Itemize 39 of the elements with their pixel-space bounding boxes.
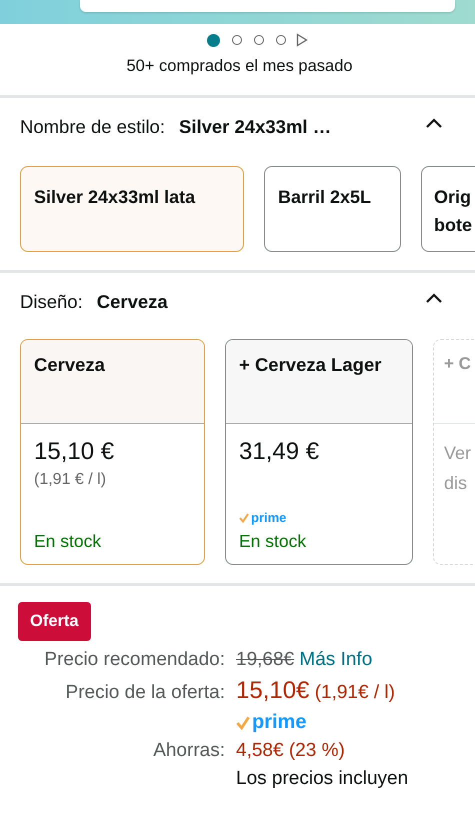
savings-value: 4,58€ (23 %) bbox=[236, 740, 345, 761]
price: 31,49 € bbox=[239, 438, 320, 466]
carousel-dot[interactable] bbox=[232, 35, 242, 45]
availability-note: Ver dis bbox=[444, 442, 472, 495]
list-price: 19,68€ bbox=[236, 649, 294, 670]
stock-status: En stock bbox=[239, 531, 306, 552]
prime-label: prime bbox=[251, 510, 286, 525]
more-info-link[interactable]: Más Info bbox=[299, 649, 372, 670]
section-label: Nombre de estilo: bbox=[20, 116, 165, 138]
unit-price: (1,91 € / l) bbox=[34, 471, 106, 489]
price: 15,10 € bbox=[34, 438, 114, 466]
style-option[interactable]: Barril 2x5L bbox=[264, 166, 401, 252]
check-icon bbox=[236, 716, 250, 730]
price-label: Ahorras: bbox=[152, 740, 225, 762]
deal-badge: Oferta bbox=[18, 602, 91, 641]
style-option[interactable]: Orig bote bbox=[421, 166, 475, 252]
purchase-note: 50+ comprados el mes pasado bbox=[125, 57, 354, 77]
design-card[interactable]: Cerveza 15,10 € (1,91 € / l) En stock bbox=[20, 339, 205, 565]
chevron-icon[interactable] bbox=[425, 292, 443, 304]
carousel-dot[interactable] bbox=[276, 35, 286, 45]
prime-label: prime bbox=[252, 711, 306, 734]
section-value: Cerveza bbox=[96, 291, 168, 313]
play-icon[interactable] bbox=[296, 33, 308, 47]
stock-status: En stock bbox=[34, 531, 102, 552]
design-title: Cerveza bbox=[34, 354, 105, 375]
price-label: Precio recomendado: bbox=[43, 649, 225, 671]
price-label: Precio de la oferta: bbox=[64, 682, 225, 704]
carousel-dot[interactable] bbox=[207, 34, 220, 46]
carousel-dot[interactable] bbox=[254, 35, 264, 45]
unit-price: (1,91€ / l) bbox=[314, 682, 395, 703]
section-value: Silver 24x33ml … bbox=[178, 116, 332, 138]
section-label: Diseño: bbox=[20, 291, 83, 313]
chevron-icon[interactable] bbox=[425, 117, 443, 129]
deal-price: 15,10€ bbox=[236, 677, 310, 704]
tax-note: Los precios incluyen bbox=[236, 768, 408, 789]
style-option[interactable]: Silver 24x33ml lata bbox=[20, 166, 244, 252]
design-card[interactable]: + Cerveza Lager 31,49 € prime En stock bbox=[225, 339, 413, 565]
design-title: + C bbox=[444, 354, 471, 373]
design-title: + Cerveza Lager bbox=[239, 354, 382, 375]
